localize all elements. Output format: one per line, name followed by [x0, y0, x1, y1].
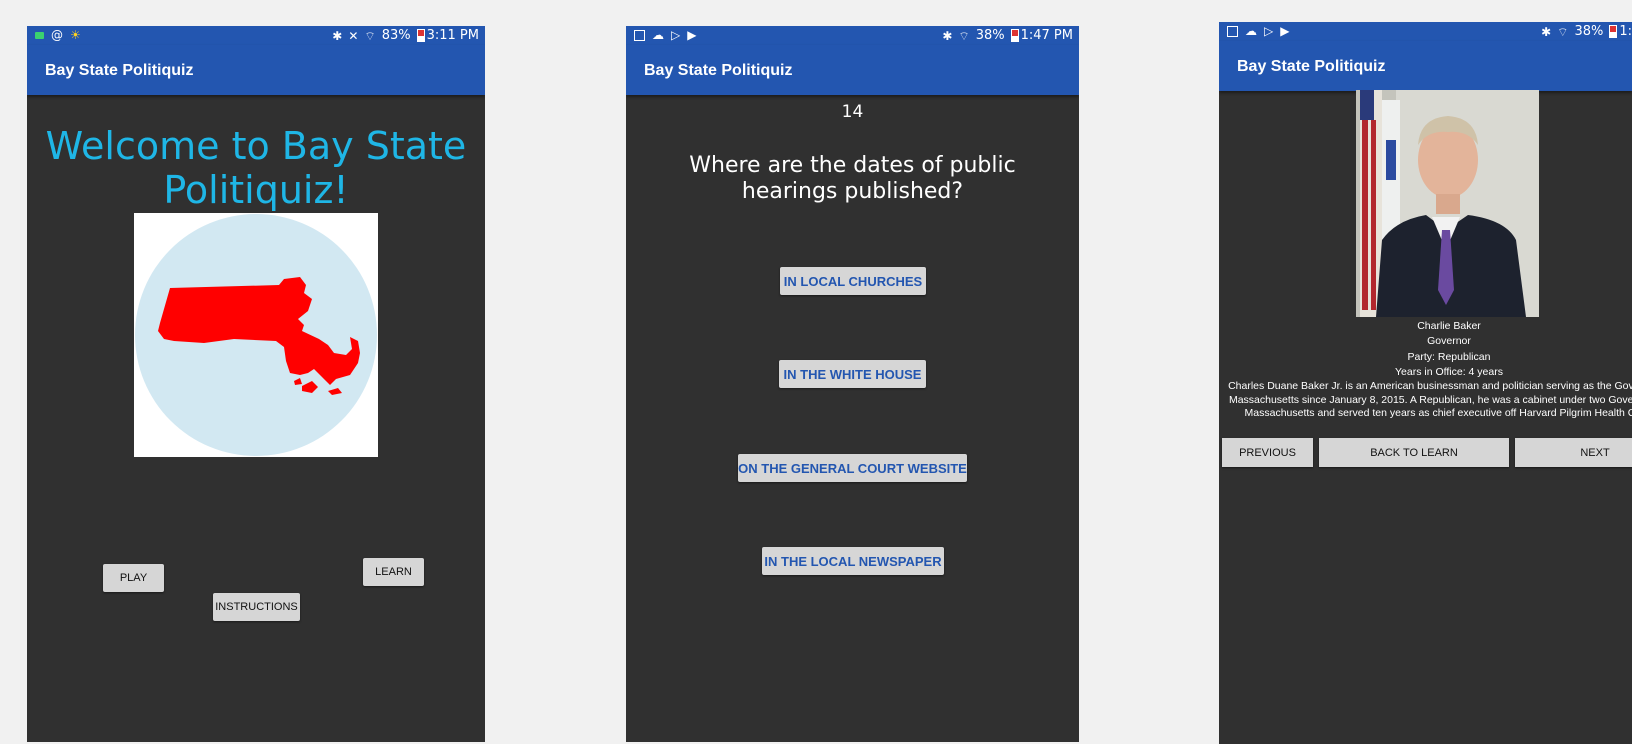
mute-icon: ✕ — [348, 28, 359, 43]
cloud-icon: ☁ — [652, 28, 664, 42]
battery-icon — [1609, 25, 1618, 38]
person-party: Party: Republican — [1407, 350, 1491, 363]
status-bar: ☁ ▷ ▶ ✱ ⌔ 38% 1: — [1219, 22, 1632, 41]
bluetooth-icon: ✱ — [942, 28, 953, 43]
previous-button[interactable]: PREVIOUS — [1222, 438, 1313, 467]
person-bio: Charles Duane Baker Jr. is an American b… — [1228, 380, 1632, 419]
app-bar: Bay State Politiquiz — [1219, 41, 1632, 91]
bluetooth-icon: ✱ — [1541, 24, 1552, 39]
gallery-icon — [634, 29, 645, 41]
person-info: Charlie Baker Governor Party: Republican… — [1219, 319, 1632, 420]
question-text: Where are the dates of public hearings p… — [689, 153, 1016, 204]
next-button[interactable]: NEXT — [1515, 438, 1632, 467]
wifi-icon: ⌔ — [1557, 24, 1569, 39]
home-screen: @ ☀ ✱ ✕ ⌔ 83% 3:11 PM Bay State Politiqu… — [27, 26, 485, 742]
person-position: Governor — [1427, 335, 1471, 348]
clock: 1: — [1619, 24, 1632, 39]
massachusetts-map-icon — [135, 214, 377, 456]
clock: 3:11 PM — [426, 28, 479, 43]
person-years: Years in Office: 4 years — [1395, 365, 1503, 378]
instructions-button[interactable]: INSTRUCTIONS — [213, 593, 300, 621]
app-title: Bay State Politiquiz — [1237, 58, 1386, 75]
clock: 1:47 PM — [1020, 28, 1073, 43]
battery-icon — [1010, 29, 1019, 42]
portrait-image — [1356, 90, 1539, 317]
quiz-screen: ☁ ▷ ▶ ✱ ⌔ 38% 1:47 PM Bay State Politiqu… — [626, 26, 1079, 742]
play-button[interactable]: PLAY — [103, 564, 164, 592]
question-number: 14 — [841, 102, 864, 122]
battery-percent: 38% — [1574, 24, 1604, 39]
app-bar: Bay State Politiquiz — [27, 45, 485, 95]
status-bar: ☁ ▷ ▶ ✱ ⌔ 38% 1:47 PM — [626, 26, 1079, 45]
answer-button[interactable]: IN THE WHITE HOUSE — [779, 360, 926, 388]
play-store-icon-2: ▶ — [687, 28, 697, 42]
at-icon: @ — [51, 28, 63, 42]
bluetooth-icon: ✱ — [332, 28, 343, 43]
wifi-icon: ⌔ — [958, 28, 970, 43]
learn-button[interactable]: LEARN — [363, 558, 424, 586]
wifi-icon: ⌔ — [364, 28, 376, 43]
sun-icon: ☀ — [70, 28, 81, 42]
cloud-icon: ☁ — [1245, 24, 1257, 38]
play-store-icon: ▷ — [1264, 24, 1274, 38]
welcome-title: Welcome to Bay State Politiquiz! — [45, 124, 467, 212]
battery-icon — [416, 29, 425, 42]
answer-button[interactable]: IN THE LOCAL NEWSPAPER — [762, 547, 944, 575]
app-title: Bay State Politiquiz — [45, 62, 194, 79]
app-bar: Bay State Politiquiz — [626, 45, 1079, 95]
battery-percent: 83% — [381, 28, 411, 43]
app-title: Bay State Politiquiz — [644, 62, 793, 79]
answer-button[interactable]: IN LOCAL CHURCHES — [780, 267, 926, 295]
learn-detail-screen: ☁ ▷ ▶ ✱ ⌔ 38% 1: Bay State Politiquiz Ch… — [1219, 22, 1632, 744]
answer-button[interactable]: ON THE GENERAL COURT WEBSITE — [738, 454, 967, 482]
battery-percent: 38% — [975, 28, 1005, 43]
back-to-learn-button[interactable]: BACK TO LEARN — [1319, 438, 1509, 467]
official-portrait — [1356, 90, 1539, 317]
status-bar: @ ☀ ✱ ✕ ⌔ 83% 3:11 PM — [27, 26, 485, 45]
play-store-icon-2: ▶ — [1280, 24, 1290, 38]
massachusetts-logo — [134, 213, 378, 457]
person-name: Charlie Baker — [1417, 320, 1481, 332]
notification-icon — [35, 31, 44, 39]
play-store-icon: ▷ — [671, 28, 681, 42]
gallery-icon — [1227, 25, 1238, 37]
